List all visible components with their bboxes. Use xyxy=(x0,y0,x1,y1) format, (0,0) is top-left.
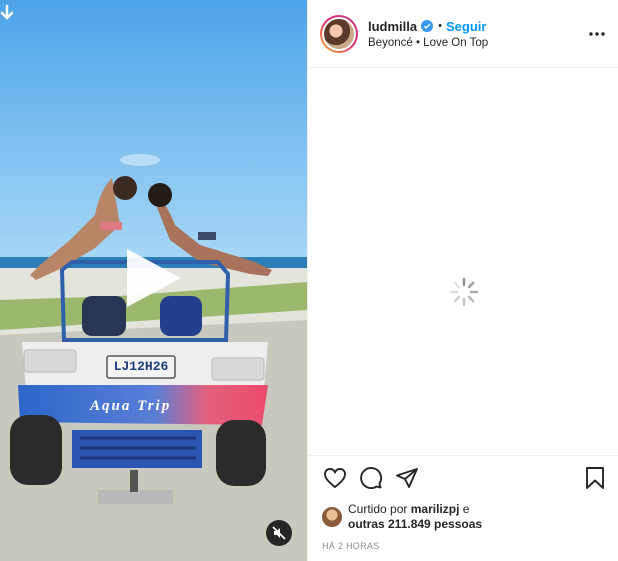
loading-spinner-icon xyxy=(449,277,479,307)
action-bar xyxy=(308,455,618,499)
likes-summary: Curtido por marilizpj e outras 211.849 p… xyxy=(308,499,618,535)
bookmark-icon xyxy=(586,466,604,489)
separator-dot: • xyxy=(438,20,442,32)
username-link[interactable]: ludmilla xyxy=(368,19,417,34)
heart-icon xyxy=(324,467,346,488)
buggy-lettering: Aqua Trip xyxy=(90,398,172,414)
save-button[interactable] xyxy=(582,465,608,491)
license-plate: LJ12H26 xyxy=(113,359,169,374)
play-icon[interactable] xyxy=(123,247,183,309)
send-icon xyxy=(396,467,418,488)
story-ring[interactable] xyxy=(320,14,358,53)
post-timestamp[interactable]: HÁ 2 HORAS xyxy=(308,535,618,551)
more-options-icon[interactable] xyxy=(588,25,606,43)
follow-button[interactable]: Seguir xyxy=(446,19,486,34)
download-arrow-icon[interactable] xyxy=(0,4,14,22)
like-button[interactable] xyxy=(322,465,348,491)
post-side-panel: ludmilla • Seguir Beyoncé • Love On Top xyxy=(307,0,618,561)
muted-speaker-icon xyxy=(272,526,286,540)
liker-avatar[interactable] xyxy=(322,507,342,527)
mute-button[interactable] xyxy=(266,520,292,546)
avatar xyxy=(324,18,354,49)
verified-badge-icon xyxy=(421,20,434,32)
comment-button[interactable] xyxy=(358,465,384,491)
audio-link[interactable]: Beyoncé • Love On Top xyxy=(368,37,588,49)
liker-username-link[interactable]: marilizpj xyxy=(411,502,460,516)
likes-count-link[interactable]: outras 211.849 pessoas xyxy=(348,517,482,531)
comment-icon xyxy=(360,466,383,489)
comments-area xyxy=(308,68,618,455)
instagram-post: LJ12H26 Aqua Trip ludmilla • Seguir Beyo… xyxy=(0,0,618,561)
video-media[interactable]: LJ12H26 Aqua Trip xyxy=(0,0,307,561)
post-header: ludmilla • Seguir Beyoncé • Love On Top xyxy=(308,0,618,68)
share-button[interactable] xyxy=(394,465,420,491)
